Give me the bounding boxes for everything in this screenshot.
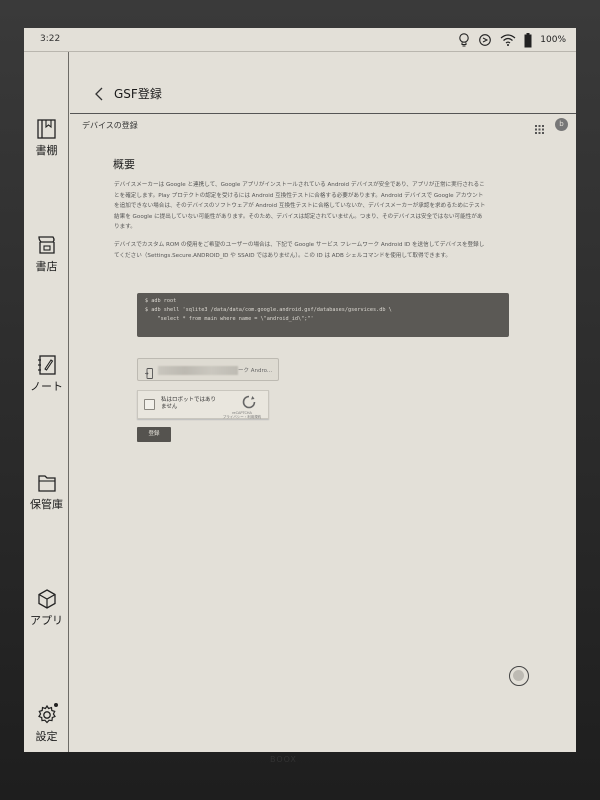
book-icon xyxy=(24,118,69,140)
device-screen: 3:22 100% 書棚 書店 ノート 保管庫 アプリ 設定 GSF登録 デバイ… xyxy=(24,28,576,752)
code-line: $ adb root xyxy=(145,298,177,304)
back-button[interactable] xyxy=(92,86,106,102)
account-text: ーク Andro... xyxy=(238,368,273,374)
store-icon xyxy=(24,234,69,256)
phone-icon xyxy=(145,364,154,383)
sidebar-label-apps: アプリ xyxy=(30,614,63,627)
overview-section: 概要 デバイスメーカーは Google と連携して、Google アプリがインス… xyxy=(113,156,486,261)
recaptcha-privacy[interactable]: プライバシー・利用規約 xyxy=(223,415,261,419)
sidebar-label-store: 書店 xyxy=(35,260,58,273)
lightbulb-icon[interactable] xyxy=(458,33,470,47)
sidebar-label-bookshelf: 書棚 xyxy=(35,144,58,157)
cube-icon xyxy=(24,588,69,610)
sub-header: デバイスの登録 b xyxy=(70,114,576,136)
grid-icon[interactable] xyxy=(535,119,544,138)
chevron-left-icon xyxy=(92,87,106,106)
page-title: GSF登録 xyxy=(114,87,162,101)
folder-icon xyxy=(24,472,69,494)
status-time: 3:22 xyxy=(40,34,61,44)
sidebar-label-storage: 保管庫 xyxy=(30,498,63,511)
code-line: "select * from main where name = \"andro… xyxy=(145,316,314,322)
sidebar-item-storage[interactable]: 保管庫 xyxy=(24,472,69,512)
status-icons: 100% xyxy=(458,31,566,49)
note-icon xyxy=(24,354,69,376)
overview-paragraph-2: デバイスでカスタム ROM の使用をご希望のユーザーの場合は、下記で Googl… xyxy=(114,241,485,259)
sidebar-item-apps[interactable]: アプリ xyxy=(24,588,69,628)
sidebar-item-note[interactable]: ノート xyxy=(24,354,69,394)
status-bar: 3:22 100% xyxy=(24,28,576,52)
redacted-account-id xyxy=(158,366,238,375)
recaptcha-label: 私はロボットではありません xyxy=(161,397,217,410)
device-brand: BOOX xyxy=(270,755,297,764)
overview-paragraph-1: デバイスメーカーは Google と連携して、Google アプリがインストール… xyxy=(114,182,486,231)
notification-dot xyxy=(54,703,58,707)
section-title: デバイスの登録 xyxy=(82,121,138,130)
adb-command-block: $ adb root $ adb shell 'sqlite3 /data/da… xyxy=(137,293,509,337)
battery-percent: 100% xyxy=(540,35,566,45)
battery-icon xyxy=(524,32,532,48)
register-button[interactable]: 登録 xyxy=(137,427,171,442)
overview-heading: 概要 xyxy=(113,158,135,171)
code-line: $ adb shell 'sqlite3 /data/data/com.goog… xyxy=(145,307,392,313)
recaptcha-terms: reCAPTCHA プライバシー・利用規約 xyxy=(222,411,262,419)
refresh-icon[interactable] xyxy=(478,33,492,47)
wifi-icon[interactable] xyxy=(500,34,516,46)
sidebar-item-settings[interactable]: 設定 xyxy=(24,704,69,744)
sidebar-item-bookshelf[interactable]: 書棚 xyxy=(24,118,69,158)
recaptcha-widget: 私はロボットではありません reCAPTCHA プライバシー・利用規約 xyxy=(137,390,269,419)
recaptcha-checkbox[interactable] xyxy=(144,399,155,410)
floating-menu-button[interactable] xyxy=(509,666,529,686)
gear-icon xyxy=(24,704,69,726)
avatar[interactable]: b xyxy=(555,118,568,131)
sidebar-label-note: ノート xyxy=(30,380,63,393)
left-sidebar: 書棚 書店 ノート 保管庫 アプリ 設定 xyxy=(24,52,69,752)
sidebar-item-store[interactable]: 書店 xyxy=(24,234,69,274)
sidebar-label-settings: 設定 xyxy=(35,730,58,743)
top-bar: GSF登録 xyxy=(70,52,576,114)
account-selector[interactable]: ーク Andro... xyxy=(137,358,279,381)
